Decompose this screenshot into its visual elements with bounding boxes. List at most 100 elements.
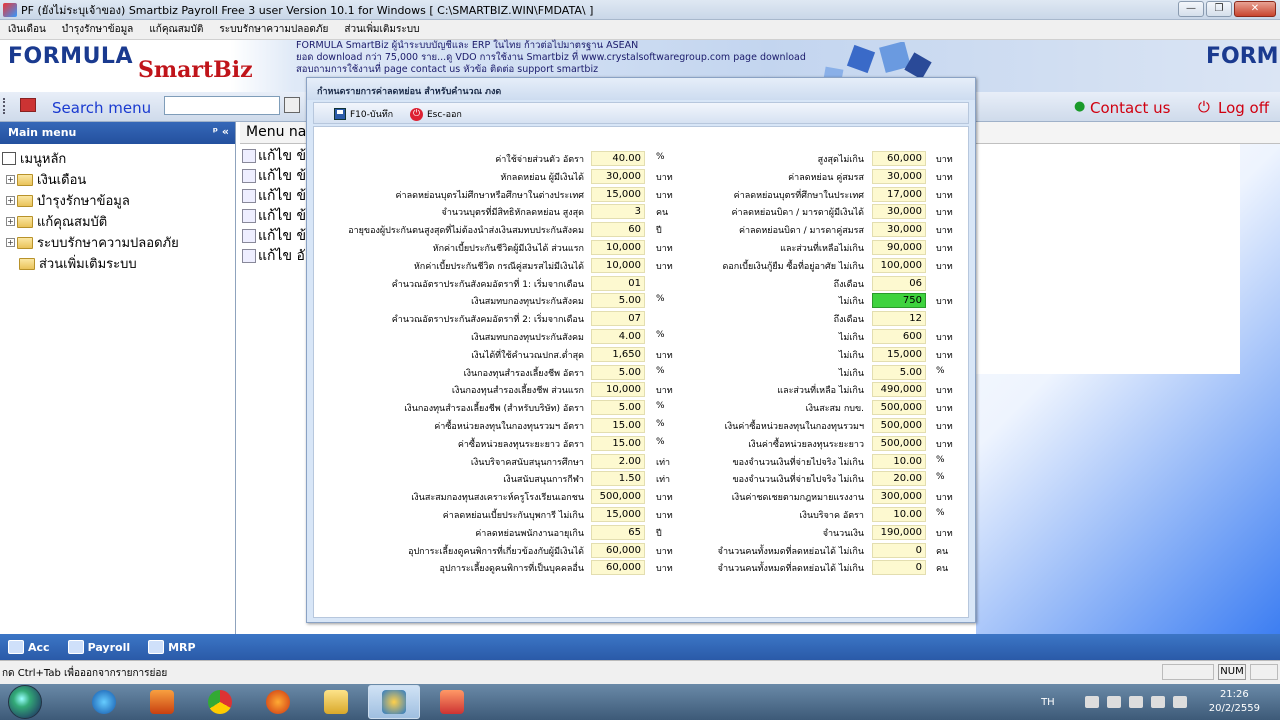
expand-icon[interactable]: + [6,217,15,226]
clock[interactable]: 21:26 20/2/2559 [1209,688,1260,716]
field-input[interactable]: 15.00 [591,436,645,451]
field-input[interactable]: 15,000 [591,187,645,202]
field-input[interactable]: 06 [872,276,926,291]
taskbar-recorder[interactable] [426,685,478,719]
save-button[interactable]: F10-บันทึก [334,106,393,122]
field-input[interactable]: 2.00 [591,454,645,469]
field-input[interactable]: 5.00 [591,400,645,415]
field-input[interactable]: 65 [591,525,645,540]
maximize-button[interactable]: ❐ [1206,1,1232,17]
field-input[interactable]: 30,000 [591,169,645,184]
field-unit: % [936,366,945,376]
field-input[interactable]: 100,000 [872,258,926,273]
volume-icon[interactable] [1150,696,1165,708]
field-input[interactable]: 01 [591,276,645,291]
taskbar-chrome[interactable] [194,685,246,719]
close-button[interactable]: ✕ [1234,1,1276,17]
field-input[interactable]: 500,000 [872,400,926,415]
field-unit: % [656,366,665,376]
menu-security[interactable]: ระบบรักษาความปลอดภัย [211,22,336,37]
tree-item-label: ระบบรักษาความปลอดภัย [37,236,179,251]
taskbar-media[interactable] [136,685,188,719]
taskbar-firefox[interactable] [252,685,304,719]
field-input[interactable]: 10,000 [591,382,645,397]
field-input[interactable]: 20.00 [872,471,926,486]
field-input[interactable]: 490,000 [872,382,926,397]
menu-icon[interactable] [20,98,36,112]
field-input[interactable]: 30,000 [872,169,926,184]
field-input[interactable]: 15.00 [591,418,645,433]
field-input[interactable]: 190,000 [872,525,926,540]
tree-item-security[interactable]: + ระบบรักษาความปลอดภัย [2,232,235,253]
field-input[interactable]: 10.00 [872,507,926,522]
flag-icon[interactable] [1128,696,1143,708]
field-label: เงินบริจาค อัตรา [799,511,864,521]
field-label: เงินได้ที่ใช้คำนวณปกส.ต่ำสุด [471,351,584,361]
contact-us-link[interactable]: Contact us [1074,99,1170,117]
field-input[interactable]: 1.50 [591,471,645,486]
field-input[interactable]: 17,000 [872,187,926,202]
expand-icon[interactable]: + [6,175,15,184]
tree-item-salary[interactable]: + เงินเดือน [2,169,235,190]
taskbar-explorer[interactable] [310,685,362,719]
field-input[interactable]: 10,000 [591,258,645,273]
menu-salary[interactable]: เงินเดือน [0,22,54,37]
field-input[interactable]: 500,000 [872,418,926,433]
field-input[interactable]: 0 [872,560,926,575]
field-input[interactable]: 500,000 [591,489,645,504]
field-input[interactable]: 15,000 [591,507,645,522]
tray-icon[interactable] [1084,696,1099,708]
field-input[interactable]: 0 [872,543,926,558]
field-input[interactable]: 4.00 [591,329,645,344]
menu-extensions[interactable]: ส่วนเพิ่มเติมระบบ [336,22,427,37]
field-input[interactable]: 30,000 [872,204,926,219]
module-payroll[interactable]: Payroll [67,640,130,654]
field-input[interactable]: 10.00 [872,454,926,469]
field-input[interactable]: 90,000 [872,240,926,255]
minimize-button[interactable]: — [1178,1,1204,17]
tree-item-extensions[interactable]: ส่วนเพิ่มเติมระบบ [2,253,235,274]
esc-button[interactable]: ⏻ Esc-ออก [410,106,462,122]
field-input[interactable]: 12 [872,311,926,326]
tree-root[interactable]: เมนูหลัก [2,148,235,169]
field-input[interactable]: 1,650 [591,347,645,362]
menu-properties[interactable]: แก้คุณสมบัติ [141,22,211,37]
pin-icon[interactable]: ᵖ « [213,125,229,138]
field-input[interactable]: 60 [591,222,645,237]
field-input[interactable]: 60,000 [591,543,645,558]
field-input[interactable]: 60,000 [872,151,926,166]
taskbar-ie[interactable] [78,685,130,719]
field-input[interactable]: 60,000 [591,560,645,575]
network-icon[interactable] [1106,696,1121,708]
field-input[interactable]: 40.00 [591,151,645,166]
field-input[interactable]: 30,000 [872,222,926,237]
search-go-icon[interactable] [284,97,300,113]
module-acc[interactable]: Acc [8,640,50,654]
taskbar-smartbiz[interactable] [368,685,420,719]
field-input[interactable]: 3 [591,204,645,219]
field-input[interactable]: 15,000 [872,347,926,362]
language-indicator[interactable]: TH [1041,697,1055,708]
menu-data-maintenance[interactable]: บำรุงรักษาข้อมูล [54,22,141,37]
field-input[interactable]: 5.00 [872,365,926,380]
dialog-title: กำหนดรายการค่าลดหย่อน สำหรับคำนวณ ภงด [307,78,975,100]
expand-icon[interactable]: + [6,238,15,247]
field-input[interactable]: 300,000 [872,489,926,504]
search-input[interactable] [164,96,280,115]
tree-item-label: บำรุงรักษาข้อมูล [37,194,130,209]
field-input[interactable]: 500,000 [872,436,926,451]
tree-item-properties[interactable]: + แก้คุณสมบัติ [2,211,235,232]
module-mrp[interactable]: MRP [148,640,196,654]
start-button[interactable] [8,685,42,719]
field-input[interactable]: 10,000 [591,240,645,255]
toolbar-grip[interactable] [3,98,6,114]
field-input[interactable]: 750 [872,293,926,308]
field-input[interactable]: 600 [872,329,926,344]
field-input[interactable]: 07 [591,311,645,326]
field-input[interactable]: 5.00 [591,293,645,308]
status-cell [1162,664,1214,680]
tree-item-data-maintenance[interactable]: + บำรุงรักษาข้อมูล [2,190,235,211]
expand-icon[interactable]: + [6,196,15,205]
field-input[interactable]: 5.00 [591,365,645,380]
tray-icon[interactable] [1172,696,1187,708]
